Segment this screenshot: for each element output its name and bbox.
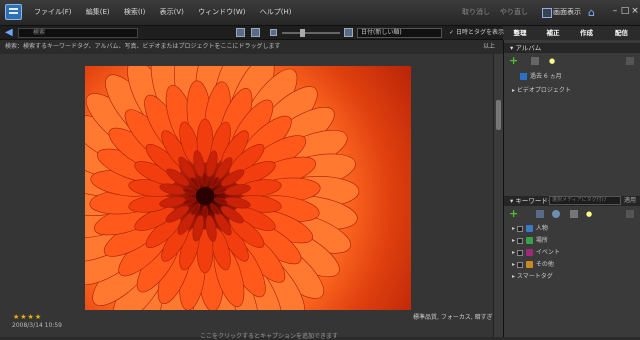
quality-badge: 標準品質, フォーカス, 暗すぎる bbox=[413, 314, 499, 321]
maximize-button[interactable]: □ bbox=[620, 6, 630, 16]
tag-label: 人物 bbox=[535, 225, 548, 232]
tag-item[interactable]: ▸ 場所 bbox=[504, 235, 640, 246]
tag-label: イベント bbox=[535, 249, 560, 256]
album-item[interactable]: 過去 6 ヵ月 bbox=[504, 71, 640, 82]
scrollbar-thumb[interactable] bbox=[496, 100, 501, 130]
menu-edit[interactable]: 編集(E) bbox=[86, 8, 110, 16]
flower-image bbox=[85, 66, 360, 310]
tab-share[interactable]: 配信 bbox=[604, 26, 639, 40]
tag-checkbox[interactable] bbox=[516, 237, 523, 244]
thumb-size-slider[interactable] bbox=[282, 32, 340, 34]
menu-window[interactable]: ウィンドウ(W) bbox=[198, 8, 245, 16]
caption-field[interactable]: ここをクリックするとキャプションを追加できます bbox=[200, 331, 338, 340]
right-panel: ▾ アルバム + ● 過去 6 ヵ月 ▸ ビデオプロジェクト ▾ キーワードタグ… bbox=[503, 40, 640, 337]
petal bbox=[214, 197, 228, 205]
album-label: 過去 6 ヵ月 bbox=[530, 73, 562, 80]
media-browser: ★★★★ 2008/3/14 10:59 標準品質, フォーカス, 暗すぎる こ… bbox=[0, 54, 499, 340]
add-tag-icon[interactable]: + bbox=[509, 208, 518, 220]
screen-view-button[interactable]: 画面表示 bbox=[540, 5, 584, 20]
tag-label: 場所 bbox=[535, 237, 548, 244]
tag-label: スマートタグ bbox=[516, 273, 553, 280]
toolbar: ◀ 検索 日付(新しい順) ✓ 日時とタグを表示 bbox=[0, 26, 504, 40]
keyword-header[interactable]: ▾ キーワードタグ 選択メディアにタグ付け 適用 bbox=[504, 196, 640, 206]
minimize-button[interactable]: – bbox=[610, 6, 620, 16]
album-icon bbox=[520, 73, 527, 80]
rating-filter-label[interactable]: 以上 bbox=[483, 40, 495, 54]
workspace-tabs: 整理 補正 作成 配信 bbox=[503, 26, 640, 40]
photo-thumbnail[interactable] bbox=[85, 66, 411, 310]
petal bbox=[190, 203, 201, 216]
app-icon[interactable] bbox=[5, 4, 22, 20]
menu-find[interactable]: 検索(I) bbox=[124, 8, 146, 16]
tag-item[interactable]: ▸ 人物 bbox=[504, 223, 640, 234]
events-tag-icon bbox=[525, 249, 533, 256]
tab-fix[interactable]: 補正 bbox=[537, 26, 569, 40]
sort-select[interactable]: 日付(新しい順) bbox=[357, 28, 442, 38]
cloud-icon[interactable] bbox=[552, 210, 560, 218]
view-grid-icon[interactable] bbox=[236, 28, 245, 37]
albums-toolbar: + ● bbox=[504, 55, 640, 68]
redo-button[interactable]: やり直し bbox=[500, 7, 528, 17]
media-scrollbar[interactable] bbox=[493, 54, 503, 337]
person-icon[interactable] bbox=[570, 210, 578, 218]
trash-icon[interactable] bbox=[626, 210, 634, 218]
album-label: ビデオプロジェクト bbox=[516, 87, 571, 94]
tag-label: その他 bbox=[535, 261, 554, 268]
places-tag-icon bbox=[525, 237, 533, 244]
tag-view-icon[interactable] bbox=[536, 210, 544, 218]
menu-file[interactable]: ファイル(F) bbox=[34, 8, 72, 16]
petal bbox=[202, 172, 208, 187]
other-tag-icon bbox=[525, 261, 533, 268]
flower-center bbox=[196, 187, 214, 205]
search-hint-bar: 検索：検索するキーワードタグ、アルバム、写真、ビデオまたはプロジェクトをここにド… bbox=[0, 40, 503, 54]
menu-items: ファイル(F) 編集(E) 検索(I) 表示(V) ウィンドウ(W) ヘルプ(H… bbox=[34, 7, 303, 17]
undo-button[interactable]: 取り消し bbox=[462, 7, 490, 17]
home-icon[interactable]: ⌂ bbox=[588, 5, 606, 20]
albums-header[interactable]: ▾ アルバム bbox=[504, 43, 640, 53]
petal bbox=[202, 205, 208, 220]
photo-date: 2008/3/14 10:59 bbox=[12, 322, 62, 329]
keyword-toolbar: + ● bbox=[504, 208, 640, 221]
slider-knob[interactable] bbox=[300, 29, 305, 37]
tab-organize[interactable]: 整理 bbox=[504, 26, 536, 40]
tag-item[interactable]: ▸ スマートタグ bbox=[504, 271, 640, 282]
people-tag-icon bbox=[525, 225, 533, 232]
star-rating[interactable]: ★★★★ bbox=[13, 313, 42, 321]
menu-bar: ファイル(F) 編集(E) 検索(I) 表示(V) ウィンドウ(W) ヘルプ(H… bbox=[0, 0, 640, 26]
album-item[interactable]: ▸ ビデオプロジェクト bbox=[504, 85, 640, 96]
tag-item[interactable]: ▸ その他 bbox=[504, 259, 640, 270]
show-tags-label: 日時とタグを表示 bbox=[455, 29, 504, 36]
edit-album-icon[interactable] bbox=[531, 57, 539, 65]
close-button[interactable]: × bbox=[630, 6, 640, 16]
petal bbox=[182, 187, 196, 195]
tag-checkbox[interactable] bbox=[516, 225, 523, 232]
albums-title: アルバム bbox=[515, 44, 542, 52]
search-hint-text: 検索：検索するキーワードタグ、アルバム、写真、ビデオまたはプロジェクトをここにド… bbox=[5, 43, 281, 50]
apply-button[interactable]: 適用 bbox=[624, 196, 636, 205]
tab-create[interactable]: 作成 bbox=[570, 26, 603, 40]
back-arrow-icon[interactable]: ◀ bbox=[5, 27, 13, 39]
menu-help[interactable]: ヘルプ(H) bbox=[260, 8, 292, 16]
tag-item[interactable]: ▸ イベント bbox=[504, 247, 640, 258]
search-input[interactable]: 検索 bbox=[18, 28, 138, 38]
view-single-icon[interactable] bbox=[251, 28, 260, 37]
tag-checkbox[interactable] bbox=[516, 249, 523, 256]
tag-filter-input[interactable]: 選択メディアにタグ付け bbox=[549, 196, 621, 205]
tag-checkbox[interactable] bbox=[516, 261, 523, 268]
trash-icon[interactable] bbox=[626, 57, 634, 65]
add-album-icon[interactable]: + bbox=[509, 55, 518, 67]
bulb-icon[interactable]: ● bbox=[586, 210, 594, 218]
large-thumb-icon[interactable] bbox=[344, 28, 353, 37]
bulb-icon[interactable]: ● bbox=[549, 57, 557, 65]
small-thumb-icon[interactable] bbox=[270, 29, 277, 36]
menu-view[interactable]: 表示(V) bbox=[160, 8, 184, 16]
show-tags-checkbox[interactable]: ✓ 日時とタグを表示 bbox=[449, 28, 504, 38]
petal bbox=[209, 176, 220, 189]
